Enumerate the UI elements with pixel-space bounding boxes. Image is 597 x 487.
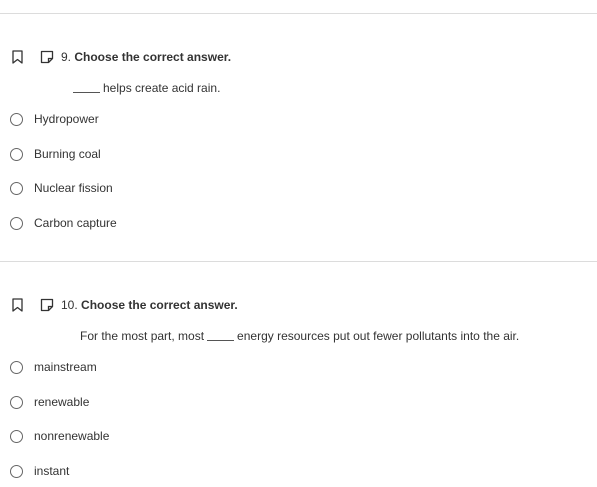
question-title: 10. Choose the correct answer. [61,298,238,312]
question-number: 10. [61,298,78,312]
radio-button[interactable] [10,216,23,230]
question-instruction: Choose the correct answer. [74,50,232,64]
bookmark-icon[interactable] [10,49,24,65]
question-number: 9. [61,50,72,64]
option-label: renewable [34,395,90,409]
bookmark-icon[interactable] [10,297,24,313]
question-instruction: Choose the correct answer. [81,298,238,312]
radio-button[interactable] [10,112,23,126]
prompt-text: helps create acid rain. [103,81,221,95]
option-instant[interactable]: instant [10,462,69,480]
option-renewable[interactable]: renewable [10,393,89,411]
question-prompt: For the most part, most energy resources… [80,329,519,343]
note-icon[interactable] [39,297,55,313]
radio-button[interactable] [10,181,23,195]
option-label: Hydropower [34,112,99,126]
prompt-text-after: energy resources put out fewer pollutant… [237,329,520,343]
answer-blank [73,91,100,93]
option-carbon-capture[interactable]: Carbon capture [10,214,117,232]
radio-button[interactable] [10,429,23,443]
option-label: Burning coal [34,147,101,161]
note-icon[interactable] [39,49,55,65]
option-label: Carbon capture [34,216,117,230]
option-mainstream[interactable]: mainstream [10,358,97,376]
question-prompt: helps create acid rain. [73,81,220,95]
prompt-text-before: For the most part, most [80,329,205,343]
option-label: instant [34,464,70,478]
option-hydropower[interactable]: Hydropower [10,110,99,128]
answer-blank [207,339,235,341]
top-divider [0,13,597,14]
option-burning-coal[interactable]: Burning coal [10,145,101,163]
option-nuclear-fission[interactable]: Nuclear fission [10,179,113,197]
radio-button[interactable] [10,147,23,161]
question-title: 9. Choose the correct answer. [61,50,231,64]
question-divider [0,261,597,262]
option-nonrenewable[interactable]: nonrenewable [10,427,109,445]
option-label: nonrenewable [34,429,110,443]
question-9-header: 9. Choose the correct answer. [10,48,231,66]
option-label: Nuclear fission [34,181,113,195]
option-label: mainstream [34,360,97,374]
radio-button[interactable] [10,360,23,374]
radio-button[interactable] [10,464,23,478]
radio-button[interactable] [10,395,23,409]
question-10-header: 10. Choose the correct answer. [10,296,238,314]
